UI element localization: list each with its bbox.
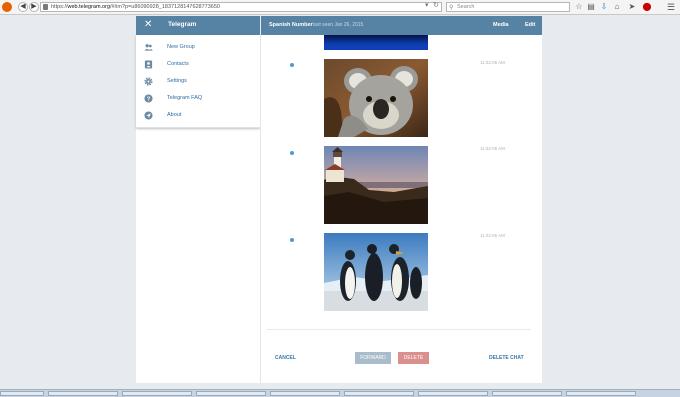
delete-chat-button[interactable]: DELETE CHAT [489,355,524,361]
help-icon: ? [144,94,153,103]
menu-item-label: Settings [167,78,187,84]
message-select-checkbox[interactable] [290,63,294,67]
url-scheme: https:// [51,4,68,10]
message-time: 11:32:06 AM [480,233,505,238]
message-select-checkbox[interactable] [290,238,294,242]
message-photo-lighthouse[interactable] [324,146,428,224]
contacts-icon [144,60,153,69]
menu-item-faq[interactable]: ? Telegram FAQ [136,91,260,105]
taskbar-item[interactable] [344,391,414,396]
reload-icon[interactable]: ↻ [433,1,439,9]
menu-item-new-group[interactable]: New Group [136,40,260,54]
taskbar-item[interactable] [566,391,636,396]
cancel-button[interactable]: CANCEL [275,355,296,361]
search-placeholder: Search [457,4,475,10]
taskbar-item[interactable] [122,391,192,396]
message-time: 11:32:06 AM [480,60,505,65]
menu-item-label: New Group [167,44,195,50]
bookmark-star-icon[interactable]: ☆ [574,2,584,12]
taskbar-item[interactable] [270,391,340,396]
firefox-icon[interactable] [2,2,12,12]
taskbar-item[interactable] [418,391,488,396]
message-photo-koala[interactable] [324,59,428,137]
message-photo-penguins[interactable] [324,233,428,311]
taskbar-item[interactable] [492,391,562,396]
forward-icon[interactable]: ▶ [29,2,39,12]
download-icon[interactable]: ⇩ [599,2,609,12]
divider [267,329,531,330]
settings-icon [144,77,153,86]
menu-item-about[interactable]: About [136,108,260,122]
message-photo-partial[interactable] [324,35,428,50]
home-icon[interactable]: ⌂ [612,2,622,12]
lock-icon [43,4,48,10]
app-title: Telegram [168,21,197,28]
menu-item-contacts[interactable]: Contacts [136,57,260,71]
search-input[interactable]: ⚲ Search [446,2,570,12]
url-host: web.telegram.org [67,4,111,10]
menu-item-label: About [167,112,182,118]
menu-item-label: Telegram FAQ [167,95,203,101]
taskbar-item[interactable] [196,391,266,396]
edit-button[interactable]: Edit [525,22,535,28]
taskbar-item[interactable] [0,391,44,396]
peer-status: last seen Jan 26, 2015 [313,22,364,28]
chat-header: Spanish Number last seen Jan 26, 2015 Me… [261,16,542,35]
peer-name[interactable]: Spanish Number [269,22,313,28]
address-bar[interactable]: https://web.telegram.org/#/im?p=u8609092… [40,2,442,12]
chat-history: 11:32:06 AM 11:32:06 AM 11:32:06 AM CANC… [261,35,542,383]
main-menu: New Group Contacts Settings ? Telegram F… [136,35,260,128]
left-panel: New Group Contacts Settings ? Telegram F… [136,35,260,383]
adblock-icon[interactable]: ⬤ [642,2,652,12]
hamburger-menu-icon[interactable]: ☰ [666,2,676,12]
search-icon: ⚲ [449,5,454,11]
url-path: /#/im?p=u86090928_1837128147628773650 [110,4,220,10]
taskbar-item[interactable] [48,391,118,396]
back-icon[interactable]: ◀ [18,2,28,12]
menu-header: ✕ Telegram [136,16,260,35]
send-icon [144,111,153,120]
message-select-checkbox[interactable] [290,151,294,155]
media-button[interactable]: Media [493,22,509,28]
close-icon[interactable]: ✕ [144,19,152,31]
reading-list-icon[interactable]: ▤ [586,2,596,12]
new-group-icon [144,44,153,51]
menu-item-settings[interactable]: Settings [136,74,260,88]
browser-toolbar: ◀ ▶ https://web.telegram.org/#/im?p=u860… [0,0,680,15]
menu-item-label: Contacts [167,61,189,67]
send-arrow-icon[interactable]: ➤ [627,2,637,12]
svg-text:?: ? [147,97,151,103]
dropdown-arrow-icon[interactable]: ▾ [425,1,429,9]
delete-button[interactable]: DELETE [398,352,429,364]
forward-button[interactable]: FORWARD [355,352,391,364]
message-time: 11:32:06 AM [480,146,505,151]
